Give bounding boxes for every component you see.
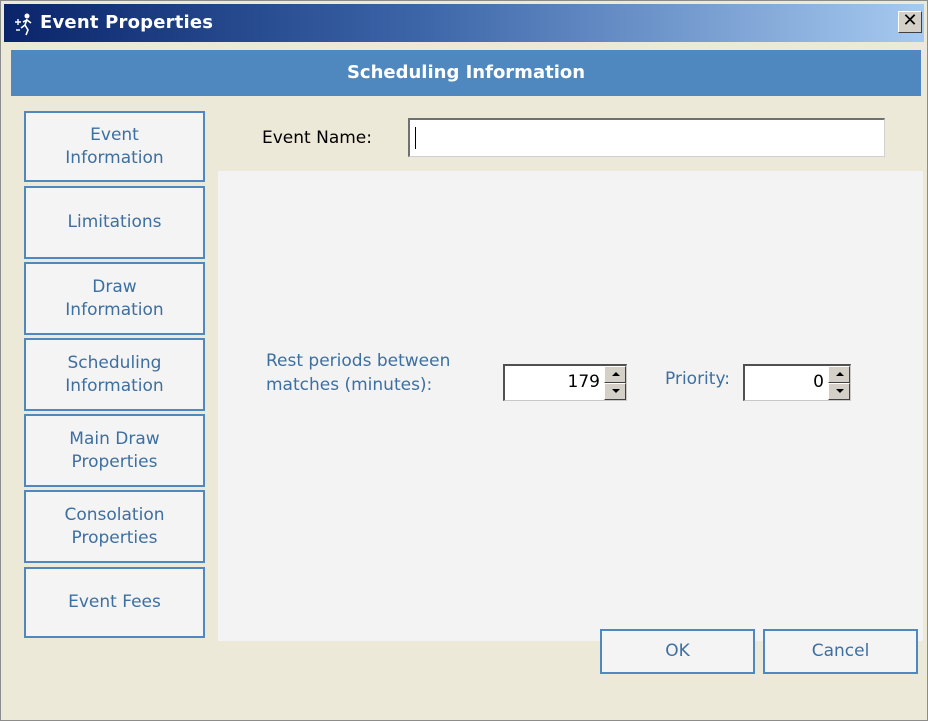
cancel-button[interactable]: Cancel (763, 629, 918, 674)
rest-periods-spinner[interactable]: 179 (503, 364, 627, 401)
priority-spin-buttons (828, 366, 850, 400)
section-title: Scheduling Information (346, 62, 586, 83)
sidebar-item-scheduling-information[interactable]: Scheduling Information (24, 338, 205, 411)
sidebar-item-label: Draw Information (65, 276, 164, 320)
rest-periods-value: 179 (567, 372, 600, 392)
priority-label: Priority: (665, 369, 730, 389)
priority-decrement-button[interactable] (828, 383, 850, 400)
rest-periods-increment-button[interactable] (604, 366, 626, 383)
cancel-button-label: Cancel (811, 641, 870, 661)
window-title: Event Properties (40, 12, 214, 33)
close-button[interactable]: ✕ (898, 11, 922, 33)
arrow-up-icon (612, 372, 620, 376)
ok-button[interactable]: OK (600, 629, 755, 674)
rest-periods-label-line1: Rest periods between (266, 351, 451, 371)
sidebar-item-limitations[interactable]: Limitations (24, 186, 205, 259)
rest-periods-label-line2: matches (minutes): (266, 375, 433, 395)
sidebar-item-consolation-properties[interactable]: Consolation Properties (24, 490, 205, 563)
sidebar-item-event-fees[interactable]: Event Fees (24, 567, 205, 638)
priority-value: 0 (813, 372, 824, 392)
sidebar-item-main-draw-properties[interactable]: Main Draw Properties (24, 414, 205, 487)
priority-increment-button[interactable] (828, 366, 850, 383)
arrow-down-icon (836, 389, 844, 393)
sidebar-item-event-information[interactable]: Event Information (24, 111, 205, 182)
content-panel (218, 171, 923, 641)
sidebar-item-label: Limitations (67, 212, 162, 232)
sidebar-item-draw-information[interactable]: Draw Information (24, 262, 205, 335)
ok-button-label: OK (665, 641, 690, 661)
arrow-up-icon (836, 372, 844, 376)
priority-spinner[interactable]: 0 (743, 364, 851, 401)
close-icon: ✕ (902, 10, 918, 31)
sidebar-item-label: Consolation Properties (64, 504, 165, 548)
event-properties-dialog: Event Properties ✕ Scheduling Informatio… (0, 0, 928, 721)
section-header: Scheduling Information (11, 50, 921, 96)
sidebar-item-label: Event Fees (68, 592, 161, 612)
event-name-label: Event Name: (262, 128, 372, 148)
sidebar-item-label: Event Information (65, 124, 164, 168)
rest-periods-spin-buttons (604, 366, 626, 400)
arrow-down-icon (612, 389, 620, 393)
title-bar[interactable]: Event Properties ✕ (4, 4, 924, 42)
sidebar-item-label: Main Draw Properties (69, 428, 160, 472)
text-caret (415, 127, 416, 149)
rest-periods-decrement-button[interactable] (604, 383, 626, 400)
event-name-input[interactable] (408, 118, 885, 157)
sidebar-item-label: Scheduling Information (65, 352, 164, 396)
tournament-figures-icon (15, 13, 32, 36)
